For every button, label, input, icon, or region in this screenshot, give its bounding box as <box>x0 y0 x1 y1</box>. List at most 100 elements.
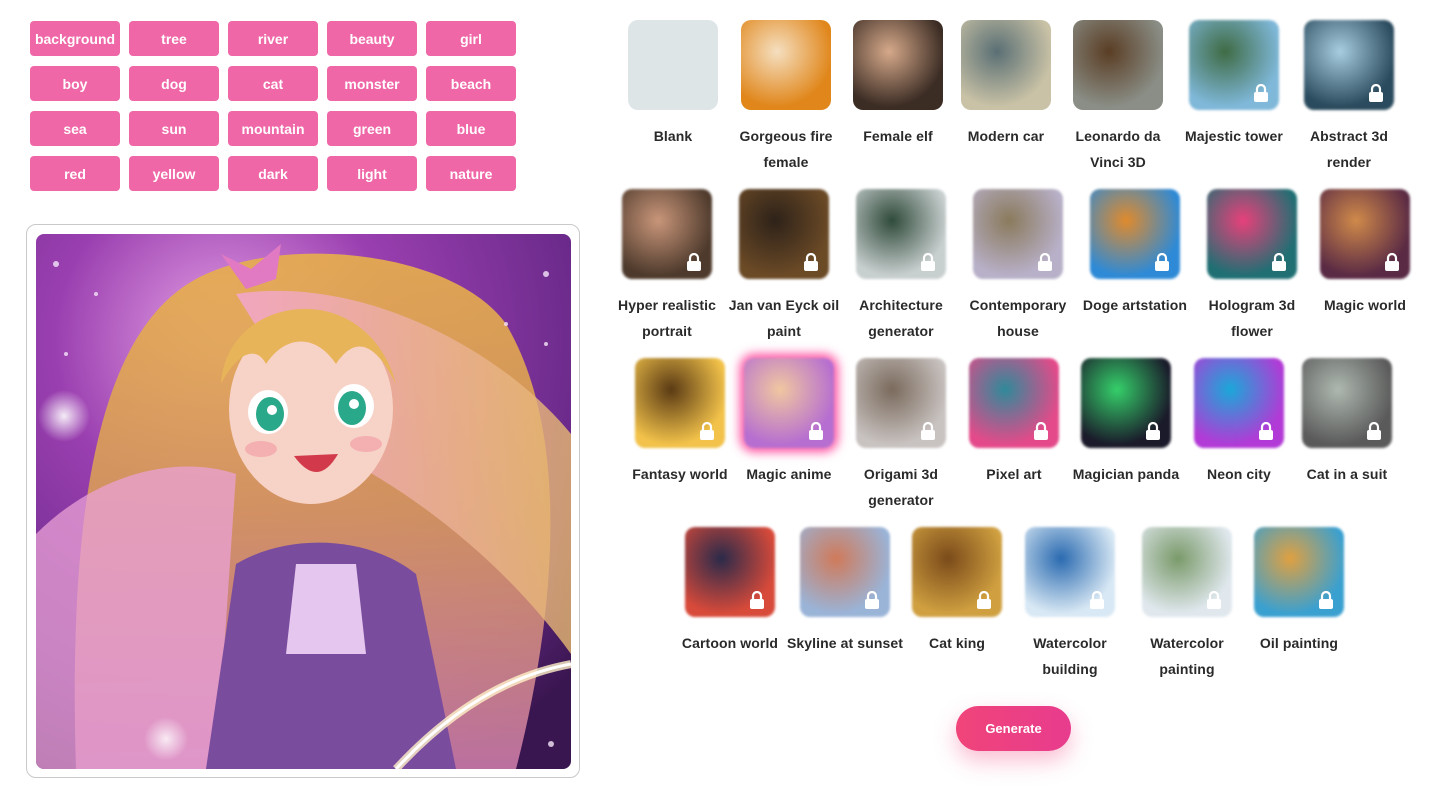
lock-icon <box>1318 590 1334 609</box>
keyword-chip-beach[interactable]: beach <box>426 66 516 101</box>
style-option[interactable]: Hologram 3d flower <box>1192 189 1312 344</box>
style-label: Majestic tower <box>1185 128 1283 144</box>
style-option[interactable]: Modern car <box>946 20 1066 149</box>
style-label: Neon city <box>1207 466 1271 482</box>
keyword-chip-background[interactable]: background <box>30 21 120 56</box>
style-label: Cat king <box>928 635 986 651</box>
style-option[interactable]: Jan van Eyck oil paint <box>724 189 844 344</box>
style-label: Gorgeous fire female <box>739 128 833 170</box>
style-label: Contemporary house <box>969 297 1067 339</box>
style-label: Blank <box>653 128 693 144</box>
lock-icon <box>1384 252 1400 271</box>
lock-icon <box>1033 421 1049 440</box>
style-option[interactable]: Watercolor painting <box>1127 527 1247 682</box>
style-option[interactable]: Magic world <box>1305 189 1425 318</box>
keyword-chip-mountain[interactable]: mountain <box>228 111 318 146</box>
keyword-chip-red[interactable]: red <box>30 156 120 191</box>
generated-image <box>36 234 571 769</box>
style-thumbnail <box>1073 20 1163 110</box>
style-label: Skyline at sunset <box>786 635 904 651</box>
keyword-chip-sea[interactable]: sea <box>30 111 120 146</box>
lock-icon <box>1089 590 1105 609</box>
lock-icon <box>1145 421 1161 440</box>
keyword-chip-boy[interactable]: boy <box>30 66 120 101</box>
generate-button[interactable]: Generate <box>956 706 1071 751</box>
style-label: Jan van Eyck oil paint <box>728 297 840 339</box>
style-option[interactable]: Neon city <box>1179 358 1299 487</box>
style-label: Female elf <box>863 128 933 144</box>
keyword-chip-sun[interactable]: sun <box>129 111 219 146</box>
style-label: Hyper realistic portrait <box>618 297 716 339</box>
keyword-chip-nature[interactable]: nature <box>426 156 516 191</box>
style-label: Cat in a suit <box>1306 466 1388 482</box>
style-label: Origami 3d generator <box>863 466 939 508</box>
style-thumbnail <box>741 20 831 110</box>
lock-icon <box>864 590 880 609</box>
keyword-chip-cat[interactable]: cat <box>228 66 318 101</box>
style-thumbnail <box>853 20 943 110</box>
keyword-chip-green[interactable]: green <box>327 111 417 146</box>
style-option[interactable]: Fantasy world <box>620 358 740 487</box>
style-label: Oil painting <box>1259 635 1339 651</box>
keyword-chip-dog[interactable]: dog <box>129 66 219 101</box>
lock-icon <box>920 252 936 271</box>
lock-icon <box>1366 421 1382 440</box>
style-label: Fantasy world <box>632 466 728 482</box>
style-option[interactable]: Cat in a suit <box>1287 358 1407 487</box>
style-option[interactable]: Abstract 3d render <box>1289 20 1409 175</box>
lock-icon <box>803 252 819 271</box>
lock-icon <box>1253 83 1269 102</box>
lock-icon <box>808 421 824 440</box>
lock-icon <box>1037 252 1053 271</box>
style-option[interactable]: Watercolor building <box>1010 527 1130 682</box>
style-label: Magician panda <box>1072 466 1180 482</box>
style-option[interactable]: Hyper realistic portrait <box>607 189 727 344</box>
lock-icon <box>1368 83 1384 102</box>
style-option[interactable]: Skyline at sunset <box>785 527 905 656</box>
lock-icon <box>920 421 936 440</box>
keyword-chip-river[interactable]: river <box>228 21 318 56</box>
lock-icon <box>686 252 702 271</box>
keyword-chip-beauty[interactable]: beauty <box>327 21 417 56</box>
keyword-chip-girl[interactable]: girl <box>426 21 516 56</box>
style-option[interactable]: Cartoon world <box>670 527 790 656</box>
style-label: Abstract 3d render <box>1309 128 1389 170</box>
style-option[interactable]: Majestic tower <box>1174 20 1294 149</box>
style-option[interactable]: Leonardo da Vinci 3D <box>1058 20 1178 175</box>
style-option[interactable]: Doge artstation <box>1075 189 1195 318</box>
style-label: Magic world <box>1324 297 1406 313</box>
style-option[interactable]: Pixel art <box>954 358 1074 487</box>
style-option[interactable]: Magician panda <box>1066 358 1186 487</box>
style-thumbnail <box>961 20 1051 110</box>
style-option[interactable]: Contemporary house <box>958 189 1078 344</box>
lock-icon <box>1258 421 1274 440</box>
style-label: Pixel art <box>986 466 1042 482</box>
style-label: Hologram 3d flower <box>1208 297 1296 339</box>
keyword-chip-tree[interactable]: tree <box>129 21 219 56</box>
keyword-chips: background tree river beauty girl boy dog cat mo… <box>30 21 516 191</box>
style-option[interactable]: Gorgeous fire female <box>726 20 846 175</box>
lock-icon <box>976 590 992 609</box>
lock-icon <box>749 590 765 609</box>
style-label: Architecture generator <box>859 297 943 339</box>
keyword-chip-yellow[interactable]: yellow <box>129 156 219 191</box>
style-option[interactable]: Oil painting <box>1239 527 1359 656</box>
style-option[interactable]: Female elf <box>838 20 958 149</box>
style-option[interactable]: Architecture generator <box>841 189 961 344</box>
lock-icon <box>699 421 715 440</box>
style-label: Watercolor building <box>1033 635 1107 677</box>
keyword-chip-blue[interactable]: blue <box>426 111 516 146</box>
style-option[interactable]: Cat king <box>897 527 1017 656</box>
style-option[interactable]: Origami 3d generator <box>841 358 961 513</box>
keyword-chip-light[interactable]: light <box>327 156 417 191</box>
style-option[interactable]: Blank <box>613 20 733 149</box>
lock-icon <box>1206 590 1222 609</box>
style-label: Cartoon world <box>681 635 779 651</box>
style-label: Leonardo da Vinci 3D <box>1075 128 1161 170</box>
keyword-chip-monster[interactable]: monster <box>327 66 417 101</box>
preview-panel <box>26 224 580 778</box>
keyword-chip-dark[interactable]: dark <box>228 156 318 191</box>
style-label: Watercolor painting <box>1150 635 1224 677</box>
style-thumbnail <box>628 20 718 110</box>
style-option[interactable]: Magic anime <box>729 358 849 487</box>
